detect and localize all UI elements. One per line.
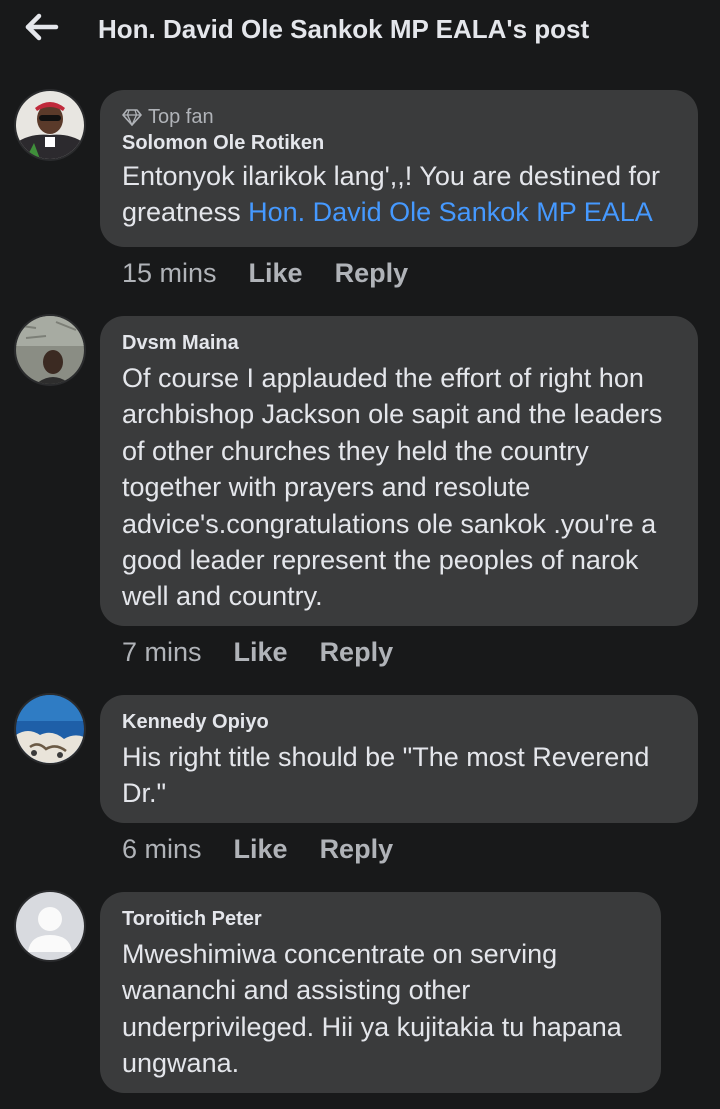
comment-text: Mweshimiwa concentrate on serving wananc… [122, 939, 622, 1079]
reply-button[interactable]: Reply [320, 834, 394, 865]
top-fan-badge: Top fan [122, 104, 676, 130]
comment-actions: 6 mins Like Reply [122, 834, 425, 865]
avatar[interactable] [16, 91, 84, 159]
reply-button[interactable]: Reply [335, 258, 409, 289]
mention-link[interactable]: Hon. David Ole Sankok MP EALA [248, 197, 653, 227]
like-button[interactable]: Like [249, 258, 303, 289]
post-title: Hon. David Ole Sankok MP EALA's post [98, 14, 590, 44]
comment-author[interactable]: Dvsm Maina [122, 330, 676, 356]
comment-bubble[interactable]: Dvsm Maina Of course I applauded the eff… [100, 316, 698, 626]
avatar[interactable] [16, 695, 84, 763]
comment-timestamp[interactable]: 7 mins [122, 637, 202, 668]
top-fan-label: Top fan [148, 105, 214, 128]
comment-text: His right title should be "The most Reve… [122, 742, 650, 809]
back-button[interactable] [22, 10, 62, 44]
comment-actions: 7 mins Like Reply [122, 637, 425, 668]
top-bar: Hon. David Ole Sankok MP EALA's post [0, 0, 720, 62]
comment-bubble[interactable]: Top fan Solomon Ole Rotiken Entonyok ila… [100, 90, 698, 247]
avatar[interactable] [16, 316, 84, 384]
comment-timestamp[interactable]: 15 mins [122, 258, 217, 289]
like-button[interactable]: Like [234, 834, 288, 865]
diamond-icon [122, 109, 142, 126]
like-button[interactable]: Like [234, 637, 288, 668]
comment-bubble[interactable]: Kennedy Opiyo His right title should be … [100, 695, 698, 823]
comment-timestamp[interactable]: 6 mins [122, 834, 202, 865]
comment-bubble[interactable]: Toroitich Peter Mweshimiwa concentrate o… [100, 892, 661, 1093]
reply-button[interactable]: Reply [320, 637, 394, 668]
comment-author[interactable]: Kennedy Opiyo [122, 709, 676, 735]
comment-text: Entonyok ilarikok lang',,! You are desti… [122, 158, 676, 231]
comment-text: Of course I applauded the effort of righ… [122, 363, 663, 612]
arrow-left-icon [25, 13, 59, 41]
default-avatar-icon[interactable] [16, 892, 84, 960]
comment-author[interactable]: Solomon Ole Rotiken [122, 130, 676, 156]
comment-actions: 15 mins Like Reply [122, 258, 440, 289]
comment-author[interactable]: Toroitich Peter [122, 906, 639, 932]
